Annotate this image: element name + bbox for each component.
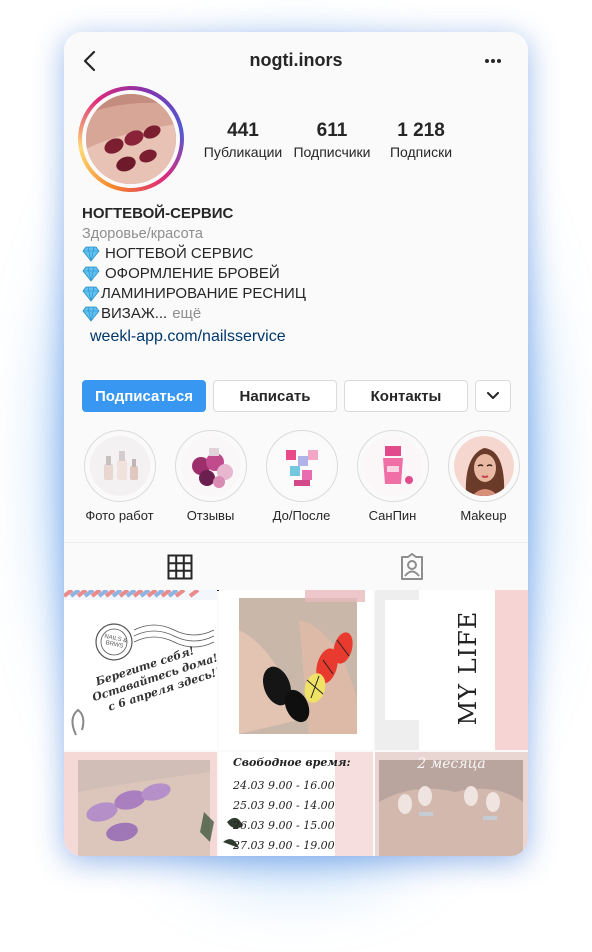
suggestions-button[interactable] [475, 380, 511, 412]
highlight-cover [180, 436, 241, 496]
bio-line-text: ВИЗАЖ... [101, 305, 168, 322]
stat-followers[interactable]: 611 Подписчики [286, 120, 378, 160]
stat-posts-label: Публикации [203, 144, 283, 160]
highlight-label: СанПин [368, 508, 417, 523]
phone-screen: nogti.inors 441 Публикации 611 Подписчик… [64, 32, 528, 856]
profile-username: nogti.inors [249, 50, 343, 70]
bio-line-text: НОГТЕВОЙ СЕРВИС [105, 245, 254, 262]
stat-following-value: 1 218 [397, 120, 445, 141]
profile-tabs [64, 542, 528, 591]
post-text: 2 месяца [417, 756, 486, 772]
tab-posts-grid[interactable] [64, 543, 296, 591]
bio-line: ЛАМИНИРОВАНИЕ РЕСНИЦ [82, 284, 512, 304]
highlight-item[interactable]: Makeup [438, 430, 528, 523]
bio-line-text: ОФОРМЛЕНИЕ БРОВЕЙ [105, 265, 280, 282]
highlight-item[interactable]: До/После [256, 430, 347, 523]
posts-grid: NAILS & BRWS Берегите себя! Оставайтесь … [64, 590, 528, 856]
post-tile[interactable]: 2 месяца [375, 752, 528, 856]
bio-line: НОГТЕВОЙ СЕРВИС [82, 244, 512, 264]
post-tile[interactable]: Свободное время: 24.03 9.00 - 16.00 25.0… [219, 752, 373, 856]
highlight-cover [362, 436, 423, 496]
post-schedule-line: 25.03 9.00 - 14.00 [233, 799, 335, 812]
bio-line-text: ЛАМИНИРОВАНИЕ РЕСНИЦ [101, 285, 306, 302]
bio-line: ВИЗАЖ... ещё [82, 304, 512, 324]
bio-line: ОФОРМЛЕНИЕ БРОВЕЙ [82, 264, 512, 284]
highlight-item[interactable]: Отзывы [165, 430, 256, 523]
follow-button[interactable]: Подписаться [82, 380, 206, 412]
bio-name: НОГТЕВОЙ-СЕРВИС [82, 205, 234, 222]
gem-icon [82, 286, 100, 302]
stat-posts-value: 441 [227, 120, 259, 141]
post-text: MY LIFE [454, 610, 482, 726]
highlight-cover [271, 436, 332, 496]
post-schedule-line: 26.03 9.00 - 15.00 [233, 819, 335, 832]
post-nails-photo [219, 590, 373, 750]
highlight-label: Makeup [460, 508, 507, 523]
post-tile[interactable] [64, 752, 217, 856]
avatar[interactable] [78, 86, 184, 192]
stat-followers-label: Подписчики [293, 144, 371, 160]
post-schedule-title: Свободное время: [233, 756, 351, 769]
top-bar: nogti.inors [64, 32, 528, 90]
profile-bio: НОГТЕВОЙ-СЕРВИС Здоровье/красота НОГТЕВО… [82, 204, 512, 347]
avatar-photo [86, 94, 176, 184]
contacts-button[interactable]: Контакты [344, 380, 468, 412]
highlight-label: До/После [272, 508, 331, 523]
stat-following-label: Подписки [389, 144, 453, 160]
message-button[interactable]: Написать [213, 380, 337, 412]
gem-icon [82, 306, 100, 322]
stat-followers-value: 611 [316, 120, 348, 141]
stat-following[interactable]: 1 218 Подписки [378, 120, 464, 160]
tagged-person-icon [401, 553, 423, 580]
highlight-cover [89, 436, 150, 496]
gem-icon [82, 246, 100, 262]
bio-website-link[interactable]: weekl-app.com/nailsservice [82, 327, 512, 347]
post-tile[interactable]: NAILS & BRWS Берегите себя! Оставайтесь … [64, 590, 217, 750]
highlight-cover [453, 436, 514, 496]
post-tile[interactable] [219, 590, 373, 750]
highlight-item[interactable]: Фото работ [74, 430, 165, 523]
post-schedule-line: 24.03 9.00 - 16.00 [233, 779, 335, 792]
post-nails-photo [64, 752, 217, 856]
tab-tagged[interactable] [296, 543, 528, 591]
stat-posts[interactable]: 441 Публикации [200, 120, 286, 160]
story-highlights: Фото работ Отзывы До/После СанПин Makeup [74, 430, 528, 523]
grid-icon [167, 554, 193, 579]
post-schedule-line: 27.03 9.00 - 19.00 [233, 839, 335, 852]
bio-more-link[interactable]: ещё [172, 304, 201, 324]
highlight-label: Отзывы [186, 508, 235, 523]
profile-actions: Подписаться Написать Контакты [82, 380, 511, 412]
highlight-label: Фото работ [85, 508, 154, 523]
more-horizontal-icon[interactable] [484, 58, 502, 64]
bio-category: Здоровье/красота [82, 226, 203, 242]
gem-icon [82, 266, 100, 282]
profile-stats: 441 Публикации 611 Подписчики 1 218 Подп… [200, 120, 464, 160]
chevron-down-icon [487, 392, 499, 399]
post-my-life-box: MY LIFE [433, 604, 513, 734]
post-tile[interactable]: MY LIFE [375, 590, 528, 750]
highlight-item[interactable]: СанПин [347, 430, 438, 523]
